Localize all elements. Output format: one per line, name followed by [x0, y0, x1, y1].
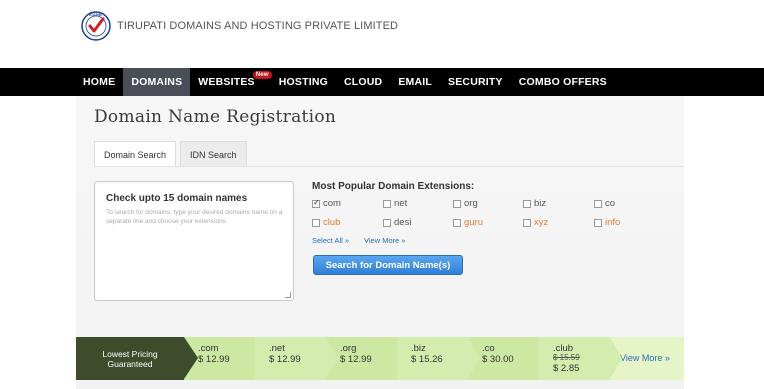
nav-websites-label: WEBSITES [198, 76, 255, 88]
nav-cloud[interactable]: CLOUD [336, 68, 390, 96]
resize-handle-icon[interactable] [285, 292, 291, 298]
textarea-hint: To search for domains, type your desired… [106, 209, 283, 225]
checkbox-info[interactable] [594, 218, 602, 227]
ext-label: com [323, 198, 341, 209]
tab-domain-search[interactable]: Domain Search [94, 141, 177, 167]
ext-label: club [323, 217, 341, 228]
tab-idn-search[interactable]: IDN Search [180, 141, 247, 167]
nav-hosting-label: HOSTING [278, 76, 328, 88]
nav-domains-label: DOMAINS [131, 76, 183, 88]
checkbox-co[interactable] [594, 199, 602, 208]
search-tabs: Domain Search IDN Search [94, 141, 251, 167]
nav-cloud-label: CLOUD [344, 76, 383, 88]
icann-logo[interactable]: ICANN [80, 10, 112, 42]
logo-text: ICANN [89, 12, 102, 17]
ext-com[interactable]: com [312, 198, 341, 209]
new-badge: New [252, 71, 272, 79]
ext-club[interactable]: club [312, 217, 340, 228]
nav-websites[interactable]: WEBSITES New [190, 68, 272, 96]
ext-label: xyz [534, 217, 549, 228]
ext-label: org [464, 198, 478, 209]
ext-label: desi [394, 217, 412, 228]
tab-divider [94, 166, 684, 167]
nav-combo-offers[interactable]: COMBO OFFERS [511, 68, 615, 96]
price-ext: .net [269, 343, 285, 354]
checkbox-desi[interactable] [383, 218, 391, 227]
price-value: $ 12.99 [269, 354, 301, 365]
nav-security-label: SECURITY [448, 76, 503, 88]
ext-label: guru [464, 217, 484, 228]
ext-label: biz [534, 198, 547, 209]
checkbox-biz[interactable] [523, 199, 531, 208]
ext-co[interactable]: co [594, 198, 615, 209]
company-name: TIRUPATI DOMAINS AND HOSTING PRIVATE LIM… [117, 20, 399, 32]
site-header: ICANN TIRUPATI DOMAINS AND HOSTING PRIVA… [0, 0, 764, 68]
checkbox-com[interactable] [312, 198, 320, 208]
extensions-title: Most Popular Domain Extensions: [312, 181, 475, 192]
checkbox-xyz[interactable] [523, 218, 531, 227]
ext-desi[interactable]: desi [383, 217, 411, 228]
checkbox-guru[interactable] [453, 218, 461, 227]
price-value: $ 15.26 [411, 354, 443, 365]
price-old-value: $ 15.59 [553, 353, 580, 362]
checkbox-org[interactable] [453, 199, 461, 208]
price-ext: .com [198, 343, 219, 354]
price-value: $ 30.00 [482, 354, 514, 365]
price-ext: .biz [411, 343, 426, 354]
select-all-link[interactable]: Select All » [312, 236, 349, 245]
nav-home-label: HOME [83, 76, 116, 88]
ext-label: info [605, 217, 621, 228]
nav-email-label: EMAIL [398, 76, 433, 88]
price-value: $ 2.85 [553, 363, 580, 374]
ext-biz[interactable]: biz [523, 198, 546, 209]
nav-hosting[interactable]: HOSTING [271, 68, 336, 96]
checkbox-net[interactable] [383, 199, 391, 208]
textarea-title: Check upto 15 domain names [106, 193, 248, 204]
ext-label: co [605, 198, 616, 209]
view-more-extensions-link[interactable]: View More » [364, 236, 406, 245]
main-nav: HOME DOMAINS WEBSITES New HOSTING CLOUD … [0, 68, 764, 96]
lowest-pricing-label: Lowest Pricing Guaranteed [76, 337, 198, 380]
nav-combo-offers-label: COMBO OFFERS [518, 76, 607, 88]
nav-home[interactable]: HOME [75, 68, 123, 96]
price-ext: .org [340, 343, 357, 354]
view-more-pricing-link[interactable]: View More » [620, 353, 670, 363]
ext-org[interactable]: org [453, 198, 478, 209]
ext-guru[interactable]: guru [453, 217, 483, 228]
nav-domains[interactable]: DOMAINS [123, 68, 191, 96]
ext-info[interactable]: info [594, 217, 620, 228]
ext-xyz[interactable]: xyz [523, 217, 548, 228]
domain-names-textarea[interactable]: Check upto 15 domain names To search for… [94, 181, 294, 301]
ext-label: net [394, 198, 408, 209]
price-value: $ 12.99 [340, 354, 372, 365]
nav-security[interactable]: SECURITY [440, 68, 511, 96]
ext-net[interactable]: net [383, 198, 407, 209]
pricing-label-line2: Guaranteed [107, 358, 153, 369]
search-domain-button[interactable]: Search for Domain Name(s) [313, 255, 463, 275]
price-value: $ 12.99 [198, 354, 230, 365]
pricing-label-line1: Lowest Pricing [102, 348, 158, 359]
checkbox-club[interactable] [312, 218, 320, 227]
nav-email[interactable]: EMAIL [390, 68, 440, 96]
page-title: Domain Name Registration [94, 107, 337, 127]
price-ext: .co [482, 343, 495, 354]
